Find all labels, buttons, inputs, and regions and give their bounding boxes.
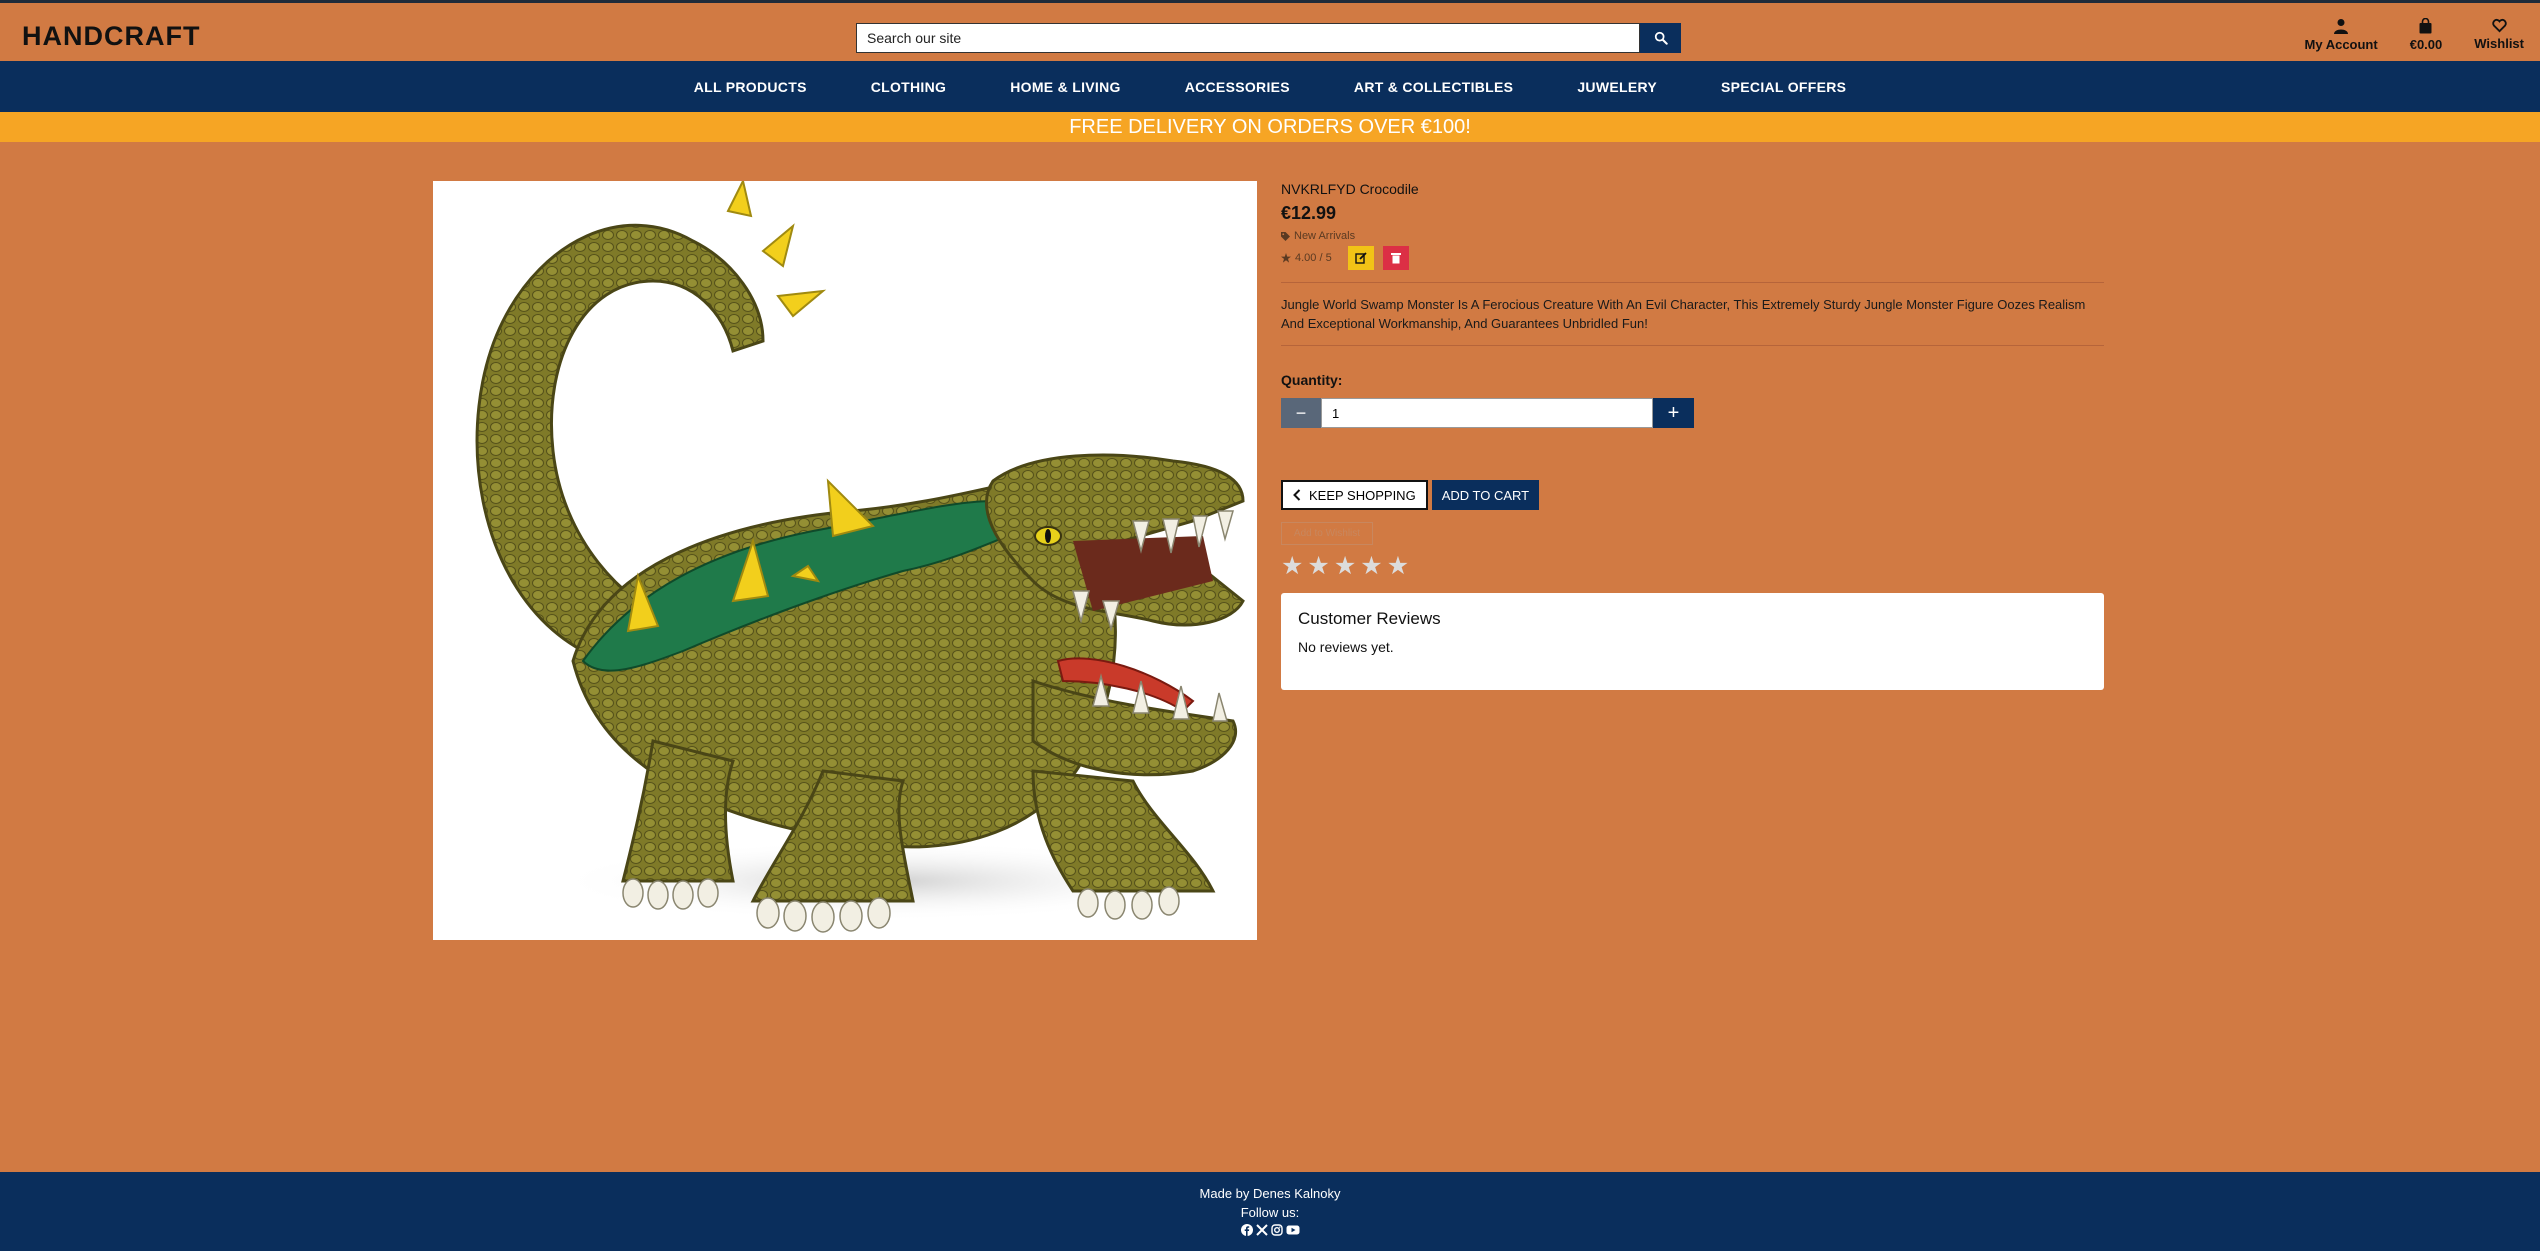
wishlist-label: Wishlist	[2474, 36, 2524, 51]
rate-star-1[interactable]: ★	[1281, 554, 1303, 579]
nav-item-art-collectibles[interactable]: ART & COLLECTIBLES	[1354, 79, 1513, 95]
product-description: Jungle World Swamp Monster Is A Ferociou…	[1281, 297, 2086, 331]
facebook-icon[interactable]	[1240, 1224, 1253, 1236]
trash-icon	[1390, 253, 1401, 264]
search-input[interactable]	[856, 23, 1640, 53]
quantity-stepper: − +	[1281, 398, 1694, 428]
heart-icon	[2491, 18, 2507, 33]
delete-product-button[interactable]	[1382, 246, 1409, 270]
product-rating-value: 4.00 / 5	[1295, 252, 1332, 264]
nav-item-all-products[interactable]: ALL PRODUCTS	[694, 79, 807, 95]
nav-item-clothing[interactable]: CLOTHING	[871, 79, 947, 95]
tag-icon	[1281, 231, 1290, 241]
search-icon	[1654, 31, 1668, 45]
product-price: €12.99	[1281, 203, 1337, 223]
keep-shopping-label: KEEP SHOPPING	[1309, 487, 1416, 503]
x-icon[interactable]	[1255, 1224, 1268, 1236]
minus-icon: −	[1295, 402, 1307, 423]
product-details: NVKRLFYD Crocodile €12.99 New Arrivals 4…	[1281, 181, 2104, 690]
header: HANDCRAFT My Account €0.00	[0, 0, 2540, 61]
rate-star-2[interactable]: ★	[1307, 554, 1329, 579]
nav-item-accessories[interactable]: ACCESSORIES	[1185, 79, 1290, 95]
crocodile-figure-illustration	[475, 178, 1245, 933]
quantity-input[interactable]	[1321, 398, 1653, 428]
cart-total: €0.00	[2409, 37, 2443, 52]
nav-item-home-living[interactable]: HOME & LIVING	[1010, 79, 1120, 95]
rating-stars-input: ★ ★ ★ ★ ★	[1281, 554, 2104, 579]
increase-quantity-button[interactable]: +	[1653, 398, 1694, 428]
chevron-left-icon	[1293, 489, 1301, 501]
user-icon	[2334, 19, 2349, 34]
product-category[interactable]: New Arrivals	[1281, 230, 2104, 242]
plus-icon: +	[1667, 401, 1680, 424]
search-bar	[856, 23, 1681, 53]
edit-product-button[interactable]	[1347, 246, 1374, 270]
nav-item-jewelery[interactable]: JUWELERY	[1577, 79, 1657, 95]
decrease-quantity-button[interactable]: −	[1281, 398, 1321, 428]
social-links	[0, 1224, 2540, 1236]
rate-star-4[interactable]: ★	[1360, 554, 1382, 579]
product-rating-row: 4.00 / 5	[1281, 246, 2104, 270]
footer-credit: Made by Denes Kalnoky	[1199, 1186, 1341, 1201]
rate-star-3[interactable]: ★	[1334, 554, 1356, 579]
rate-star-5[interactable]: ★	[1387, 554, 1409, 579]
add-to-wishlist-button[interactable]: Add to Wishlist	[1281, 522, 1373, 545]
search-button[interactable]	[1640, 23, 1681, 53]
edit-icon	[1355, 252, 1367, 264]
divider	[1281, 282, 2104, 283]
product-rating: 4.00 / 5	[1281, 252, 1332, 264]
footer: Made by Denes Kalnoky Follow us:	[0, 1172, 2540, 1251]
add-to-cart-button[interactable]: ADD TO CART	[1431, 480, 1540, 510]
reviews-title: Customer Reviews	[1298, 609, 1441, 628]
header-actions: My Account €0.00 Wishlist	[2289, 18, 2540, 58]
youtube-icon[interactable]	[1286, 1224, 1300, 1236]
wishlist-link[interactable]: Wishlist	[2474, 18, 2524, 58]
reviews-empty-message: No reviews yet.	[1298, 639, 1394, 655]
footer-follow-label: Follow us:	[1240, 1205, 1300, 1220]
customer-reviews-card: Customer Reviews No reviews yet.	[1281, 593, 2104, 690]
action-buttons: KEEP SHOPPING ADD TO CART	[1281, 480, 2104, 510]
product-category-label: New Arrivals	[1294, 230, 1356, 242]
my-account-link[interactable]: My Account	[2305, 18, 2378, 58]
product-title: NVKRLFYD Crocodile	[1281, 181, 1419, 197]
site-logo[interactable]: HANDCRAFT	[22, 21, 200, 52]
cart-link[interactable]: €0.00	[2409, 18, 2443, 58]
promo-banner: FREE DELIVERY ON ORDERS OVER €100!	[0, 112, 2540, 142]
instagram-icon[interactable]	[1270, 1224, 1283, 1236]
nav-item-special-offers[interactable]: SPECIAL OFFERS	[1721, 79, 1846, 95]
main-nav: ALL PRODUCTS CLOTHING HOME & LIVING ACCE…	[0, 61, 2540, 112]
star-icon	[1281, 253, 1291, 263]
divider	[1281, 345, 2104, 346]
quantity-label: Quantity:	[1281, 372, 1343, 388]
product-image	[433, 178, 1257, 940]
shopping-bag-icon	[2419, 18, 2432, 34]
my-account-label: My Account	[2304, 37, 2378, 52]
keep-shopping-button[interactable]: KEEP SHOPPING	[1281, 480, 1428, 510]
